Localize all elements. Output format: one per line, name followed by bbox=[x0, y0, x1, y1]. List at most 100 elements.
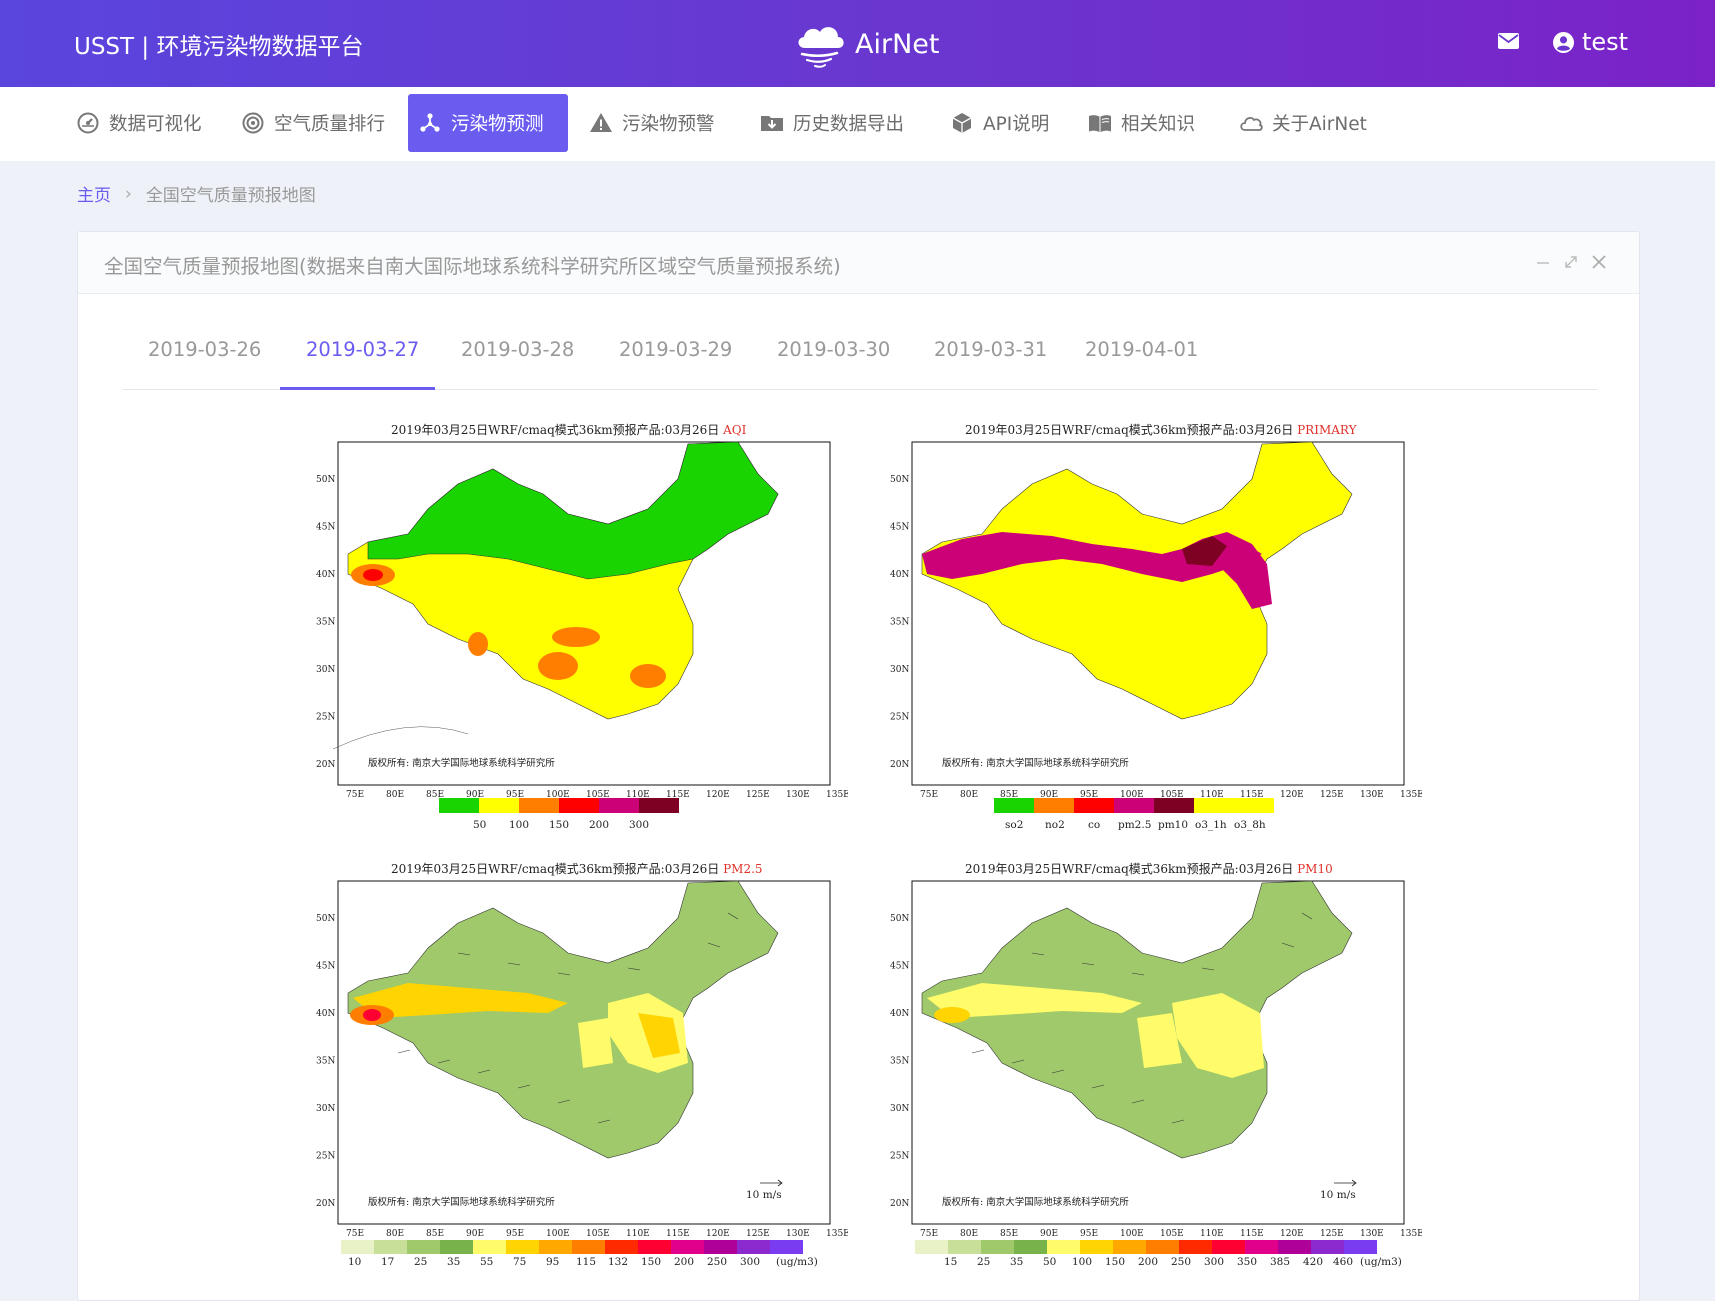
user-name: test bbox=[1582, 28, 1629, 56]
lat-tick-label: 45N bbox=[890, 962, 909, 972]
pm10-legend-labels: 15 25 35 50 100 150 200 250 300 350 385 … bbox=[944, 1256, 1402, 1268]
svg-text:115: 115 bbox=[576, 1256, 596, 1268]
mail-icon[interactable] bbox=[1498, 33, 1519, 49]
panel-title: 全国空气质量预报地图(数据来自南大国际地球系统科学研究所区域空气质量预报系统) bbox=[104, 255, 841, 278]
aqi-map-figure: 2019年03月25日WRF/cmaq模式36km预报产品:03月26日 AQI… bbox=[316, 422, 850, 831]
lon-tick-label: 110E bbox=[1200, 790, 1224, 800]
site-brand[interactable]: USST | 环境污染物数据平台 bbox=[74, 27, 363, 61]
legend-swatch bbox=[407, 1240, 440, 1254]
svg-text:10 m/s: 10 m/s bbox=[1320, 1189, 1356, 1201]
nav-pollutant-warning[interactable]: 污染物预警 bbox=[579, 94, 725, 152]
svg-text:100: 100 bbox=[1072, 1256, 1092, 1268]
minimize-icon[interactable] bbox=[1535, 254, 1551, 270]
legend-swatch bbox=[1080, 1240, 1113, 1254]
nav-api-docs[interactable]: API说明 bbox=[940, 94, 1059, 152]
user-circle-icon bbox=[1553, 31, 1574, 53]
tab-2019-03-29[interactable]: 2019-03-29 bbox=[619, 338, 732, 361]
svg-text:150: 150 bbox=[1105, 1256, 1125, 1268]
lon-tick-label: 85E bbox=[1000, 1229, 1018, 1239]
breadcrumb-home-link[interactable]: 主页 bbox=[77, 181, 111, 206]
lat-tick-label: 25N bbox=[890, 1152, 909, 1162]
lat-tick-label: 20N bbox=[890, 760, 909, 770]
lat-tick-label: 40N bbox=[890, 570, 909, 580]
nav-label: 关于AirNet bbox=[1272, 114, 1367, 135]
tab-2019-03-31[interactable]: 2019-03-31 bbox=[934, 338, 1047, 361]
svg-text:no2: no2 bbox=[1045, 819, 1065, 831]
expand-icon[interactable] bbox=[1563, 254, 1579, 270]
aqi-forecast-map: 2019年03月25日WRF/cmaq模式36km预报产品:03月26日 AQI… bbox=[308, 414, 850, 839]
lat-tick-labels: 50N 45N 40N 35N 30N 25N 20N bbox=[316, 475, 335, 770]
nav-data-visualization[interactable]: 数据可视化 bbox=[66, 94, 212, 152]
tab-2019-03-30[interactable]: 2019-03-30 bbox=[777, 338, 890, 361]
lon-tick-label: 100E bbox=[546, 1229, 570, 1239]
svg-text:35: 35 bbox=[447, 1256, 460, 1268]
lon-tick-label: 130E bbox=[786, 790, 810, 800]
lat-tick-label: 30N bbox=[890, 665, 909, 675]
lon-tick-label: 90E bbox=[1040, 1229, 1058, 1239]
lat-tick-label: 25N bbox=[316, 1152, 335, 1162]
nav-about-airnet[interactable]: 关于AirNet bbox=[1229, 94, 1377, 152]
nav-air-quality-ranking[interactable]: 空气质量排行 bbox=[231, 94, 395, 152]
folder-download-icon bbox=[761, 116, 783, 131]
svg-text:35: 35 bbox=[1010, 1256, 1023, 1268]
user-menu[interactable]: test bbox=[1553, 28, 1628, 56]
lon-tick-label: 80E bbox=[960, 790, 978, 800]
lon-tick-label: 105E bbox=[586, 790, 610, 800]
legend-swatch bbox=[1179, 1240, 1212, 1254]
lon-tick-label: 100E bbox=[1120, 790, 1144, 800]
lat-tick-label: 20N bbox=[316, 1199, 335, 1209]
lat-tick-label: 20N bbox=[316, 760, 335, 770]
warning-icon bbox=[590, 113, 612, 132]
airnet-logo[interactable]: AirNet bbox=[793, 18, 939, 70]
lon-tick-label: 135E bbox=[826, 1229, 848, 1239]
tab-2019-03-26[interactable]: 2019-03-26 bbox=[148, 338, 261, 361]
lon-tick-label: 80E bbox=[960, 1229, 978, 1239]
svg-text:2019年03月25日WRF/cmaq模式36km预报产品:: 2019年03月25日WRF/cmaq模式36km预报产品:03月26日 PRI… bbox=[965, 422, 1358, 437]
chevron-right-icon: › bbox=[125, 183, 132, 204]
breadcrumb: 主页 › 全国空气质量预报地图 bbox=[77, 181, 316, 207]
nav-history-export[interactable]: 历史数据导出 bbox=[750, 94, 914, 152]
lon-tick-label: 75E bbox=[346, 790, 364, 800]
lat-tick-label: 50N bbox=[316, 475, 335, 485]
tab-2019-03-28[interactable]: 2019-03-28 bbox=[461, 338, 574, 361]
breadcrumb-current: 全国空气质量预报地图 bbox=[145, 186, 316, 206]
svg-text:pm2.5: pm2.5 bbox=[1118, 819, 1151, 831]
legend-swatch bbox=[1344, 1240, 1377, 1254]
svg-text:pm10: pm10 bbox=[1158, 819, 1188, 831]
nav-label: 数据可视化 bbox=[109, 114, 202, 135]
lon-tick-label: 80E bbox=[386, 790, 404, 800]
lat-tick-labels: 50N 45N 40N 35N 30N 25N 20N bbox=[890, 475, 909, 770]
svg-text:25: 25 bbox=[414, 1256, 427, 1268]
close-icon[interactable] bbox=[1591, 254, 1607, 270]
nav-knowledge[interactable]: 相关知识 bbox=[1078, 94, 1205, 152]
main-nav: 数据可视化 空气质量排行 污染物预测 污染物预警 历史数据导出 API说明 相关… bbox=[0, 87, 1715, 161]
lon-tick-label: 100E bbox=[546, 790, 570, 800]
map-variable-label: PM10 bbox=[1297, 862, 1333, 876]
svg-text:(ug/m3): (ug/m3) bbox=[1360, 1256, 1402, 1268]
tab-2019-03-27[interactable]: 2019-03-27 bbox=[306, 338, 419, 361]
legend-swatch bbox=[671, 1240, 704, 1254]
nav-label: 相关知识 bbox=[1121, 114, 1196, 135]
svg-text:50: 50 bbox=[473, 819, 486, 831]
legend-swatch bbox=[1047, 1240, 1080, 1254]
lon-tick-label: 90E bbox=[1040, 790, 1058, 800]
svg-text:o3_8h: o3_8h bbox=[1234, 819, 1266, 831]
svg-text:55: 55 bbox=[480, 1256, 493, 1268]
tab-2019-04-01[interactable]: 2019-04-01 bbox=[1085, 338, 1198, 361]
lon-tick-label: 125E bbox=[746, 790, 770, 800]
lon-tick-label: 110E bbox=[626, 790, 650, 800]
target-icon bbox=[242, 112, 264, 134]
pm10-map-figure: 2019年03月25日WRF/cmaq模式36km预报产品:03月26日 PM1… bbox=[890, 861, 1424, 1268]
svg-text:200: 200 bbox=[589, 819, 609, 831]
nav-pollutant-forecast[interactable]: 污染物预测 bbox=[408, 94, 568, 152]
active-tab-indicator bbox=[280, 387, 435, 390]
lon-tick-label: 75E bbox=[920, 1229, 938, 1239]
lon-tick-label: 110E bbox=[1200, 1229, 1224, 1239]
cloud-icon bbox=[1240, 116, 1263, 131]
svg-text:10: 10 bbox=[348, 1256, 361, 1268]
lon-tick-label: 125E bbox=[746, 1229, 770, 1239]
lon-tick-label: 115E bbox=[666, 790, 690, 800]
primary-pollutant-map: 2019年03月25日WRF/cmaq模式36km预报产品:03月26日 PRI… bbox=[882, 414, 1424, 839]
lat-tick-label: 40N bbox=[316, 570, 335, 580]
lon-tick-label: 95E bbox=[506, 1229, 524, 1239]
